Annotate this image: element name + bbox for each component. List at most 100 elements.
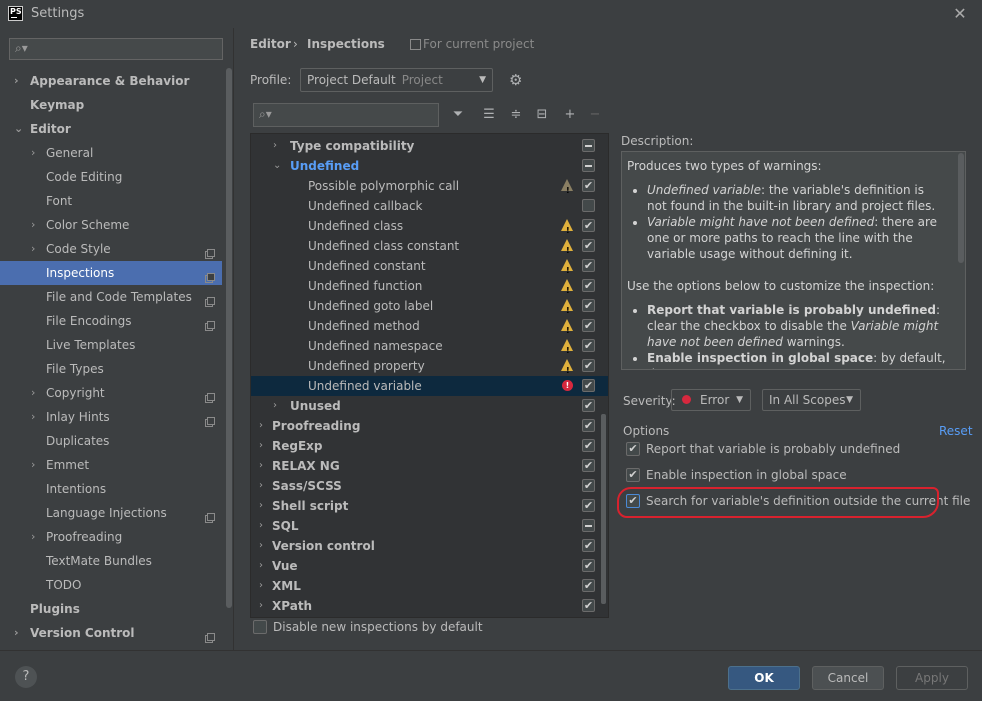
chevron-right-icon[interactable]: › (14, 69, 24, 93)
chevron-right-icon[interactable]: › (31, 381, 41, 405)
tree-scrollbar[interactable] (601, 414, 606, 604)
sidebar-item-live-templates[interactable]: Live Templates (0, 333, 222, 357)
chevron-right-icon[interactable]: › (31, 141, 41, 165)
report-undefined-checkbox[interactable]: ✔ (626, 442, 640, 456)
sidebar-search-input[interactable]: ⌕▾ (9, 38, 223, 60)
tree-row[interactable]: › RegExp ✔ (251, 436, 608, 456)
tree-row[interactable]: Undefined callback (251, 196, 608, 216)
chevron-right-icon[interactable]: › (31, 237, 41, 261)
chevron-right-icon[interactable]: › (259, 456, 263, 476)
breadcrumb-editor[interactable]: Editor (250, 37, 291, 51)
sidebar-item-emmet[interactable]: › Emmet (0, 453, 222, 477)
description-panel[interactable]: Produces two types of warnings: Undefine… (621, 151, 966, 370)
tree-row[interactable]: › Vue ✔ (251, 556, 608, 576)
inspection-checkbox[interactable]: ✔ (582, 299, 595, 312)
inspection-checkbox[interactable] (582, 139, 595, 152)
cancel-button[interactable]: Cancel (812, 666, 884, 690)
sidebar-item-code-editing[interactable]: Code Editing (0, 165, 222, 189)
sidebar-item-editor[interactable]: ⌄ Editor (0, 117, 222, 141)
chevron-right-icon[interactable]: › (259, 496, 263, 516)
inspection-checkbox[interactable]: ✔ (582, 259, 595, 272)
inspection-checkbox[interactable]: ✔ (582, 179, 595, 192)
sidebar-item-textmate-bundles[interactable]: TextMate Bundles (0, 549, 222, 573)
chevron-right-icon[interactable]: › (273, 396, 277, 416)
sidebar-item-color-scheme[interactable]: › Color Scheme (0, 213, 222, 237)
inspection-checkbox[interactable]: ✔ (582, 219, 595, 232)
chevron-right-icon[interactable]: › (273, 136, 277, 156)
sidebar-item-version-control[interactable]: › Version Control (0, 621, 222, 645)
reset-to-empty-icon[interactable]: ⊟ (533, 106, 551, 124)
tree-row[interactable]: Undefined variable! ✔ (251, 376, 608, 396)
tree-row[interactable]: › Version control ✔ (251, 536, 608, 556)
chevron-right-icon[interactable]: › (259, 596, 263, 616)
close-icon[interactable]: ✕ (950, 4, 970, 24)
tree-row[interactable]: ⌄ Undefined (251, 156, 608, 176)
inspection-checkbox[interactable]: ✔ (582, 599, 595, 612)
sidebar-item-inlay-hints[interactable]: › Inlay Hints (0, 405, 222, 429)
tree-row[interactable]: Undefined namespace! ✔ (251, 336, 608, 356)
chevron-right-icon[interactable]: › (14, 621, 24, 645)
inspection-checkbox[interactable]: ✔ (582, 539, 595, 552)
sidebar-scrollbar[interactable] (226, 68, 232, 608)
add-icon[interactable]: + (561, 106, 579, 124)
sidebar-item-general[interactable]: › General (0, 141, 222, 165)
remove-icon[interactable]: − (586, 106, 604, 124)
sidebar-item-file-types[interactable]: File Types (0, 357, 222, 381)
profile-dropdown[interactable]: Project Default Project ▼ (300, 68, 493, 92)
chevron-down-icon[interactable]: ⌄ (14, 117, 24, 141)
sidebar-item-proofreading[interactable]: › Proofreading (0, 525, 222, 549)
sidebar-item-appearance-behavior[interactable]: › Appearance & Behavior (0, 69, 222, 93)
tree-row[interactable]: › Proofreading ✔ (251, 416, 608, 436)
filter-icon[interactable]: ⏷ (449, 106, 467, 124)
sidebar-item-todo[interactable]: TODO (0, 573, 222, 597)
scope-dropdown[interactable]: In All Scopes ▼ (762, 389, 861, 411)
tree-row[interactable]: › Type compatibility (251, 136, 608, 156)
inspection-checkbox[interactable]: ✔ (582, 559, 595, 572)
tree-row[interactable]: Undefined class constant! ✔ (251, 236, 608, 256)
sidebar-item-plugins[interactable]: Plugins (0, 597, 222, 621)
inspection-checkbox[interactable]: ✔ (582, 239, 595, 252)
tree-row[interactable]: › Unused ✔ (251, 396, 608, 416)
expand-all-icon[interactable]: ☰ (480, 106, 498, 124)
tree-row[interactable]: Undefined class! ✔ (251, 216, 608, 236)
sidebar-item-keymap[interactable]: Keymap (0, 93, 222, 117)
inspection-checkbox[interactable] (582, 519, 595, 532)
chevron-right-icon[interactable]: › (259, 576, 263, 596)
severity-dropdown[interactable]: Error ▼ (671, 389, 751, 411)
inspection-checkbox[interactable]: ✔ (582, 319, 595, 332)
tree-row[interactable]: › XPath ✔ (251, 596, 608, 616)
tree-row[interactable]: › RELAX NG ✔ (251, 456, 608, 476)
sidebar-item-code-style[interactable]: › Code Style (0, 237, 222, 261)
sidebar-item-inspections[interactable]: Inspections (0, 261, 222, 285)
chevron-right-icon[interactable]: › (31, 453, 41, 477)
tree-row[interactable]: Possible polymorphic call! ✔ (251, 176, 608, 196)
collapse-all-icon[interactable]: ≑ (507, 106, 525, 124)
sidebar-item-language-injections[interactable]: Language Injections (0, 501, 222, 525)
chevron-right-icon[interactable]: › (31, 525, 41, 549)
inspection-checkbox[interactable] (582, 199, 595, 212)
tree-row[interactable]: Undefined constant! ✔ (251, 256, 608, 276)
inspection-checkbox[interactable]: ✔ (582, 439, 595, 452)
chevron-right-icon[interactable]: › (31, 213, 41, 237)
tree-row[interactable]: › Sass/SCSS ✔ (251, 476, 608, 496)
tree-row[interactable]: Undefined method! ✔ (251, 316, 608, 336)
tree-row[interactable]: › SQL (251, 516, 608, 536)
tree-row[interactable]: Undefined property! ✔ (251, 356, 608, 376)
inspection-checkbox[interactable]: ✔ (582, 379, 595, 392)
inspection-checkbox[interactable]: ✔ (582, 399, 595, 412)
tree-row[interactable]: Undefined function! ✔ (251, 276, 608, 296)
sidebar-item-intentions[interactable]: Intentions (0, 477, 222, 501)
inspection-checkbox[interactable] (582, 159, 595, 172)
chevron-right-icon[interactable]: › (259, 416, 263, 436)
sidebar-item-file-and-code-templates[interactable]: File and Code Templates (0, 285, 222, 309)
inspection-checkbox[interactable]: ✔ (582, 419, 595, 432)
inspection-checkbox[interactable]: ✔ (582, 479, 595, 492)
sidebar-item-duplicates[interactable]: Duplicates (0, 429, 222, 453)
chevron-right-icon[interactable]: › (259, 536, 263, 556)
inspection-checkbox[interactable]: ✔ (582, 339, 595, 352)
chevron-right-icon[interactable]: › (259, 556, 263, 576)
help-button[interactable]: ? (15, 666, 37, 688)
chevron-right-icon[interactable]: › (259, 436, 263, 456)
inspection-checkbox[interactable]: ✔ (582, 579, 595, 592)
chevron-right-icon[interactable]: › (259, 516, 263, 536)
